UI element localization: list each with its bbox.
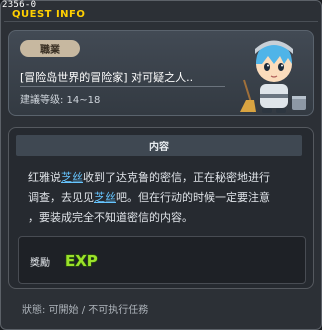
description-line-2: 调查，去见见芝丝吧。但在行动的时候一定要注意	[28, 191, 270, 204]
reward-label: 獎勵	[30, 258, 50, 269]
quest-name: [冒险岛世界的冒险家] 对可疑之人..	[20, 71, 194, 84]
exp-icon: EXP	[64, 251, 98, 270]
header-divider	[20, 86, 225, 87]
content-section-title: 内容	[16, 135, 302, 156]
npc-name-link[interactable]: 芝丝	[61, 171, 83, 184]
reward-box	[18, 236, 306, 284]
description-line-3: ，要装成完全不知道密信的内容。	[28, 211, 193, 224]
npc-portrait-icon	[240, 40, 306, 113]
exp-icon-text: EXP	[65, 252, 98, 270]
title-divider	[4, 21, 318, 22]
window-title: QUEST INFO	[12, 9, 86, 20]
description-line-1: 红雅说芝丝收到了达克鲁的密信，正在秘密地进行	[28, 171, 270, 184]
job-badge: 職業	[20, 40, 80, 57]
quest-description: 红雅说芝丝收到了达克鲁的密信，正在秘密地进行 调查，去见见芝丝吧。但在行动的时候…	[28, 168, 306, 228]
recommended-level: 建議等级: 14~18	[20, 95, 101, 106]
npc-name-link[interactable]: 芝丝	[94, 191, 116, 204]
quest-status: 狀態: 可開始 / 不可执行任務	[22, 305, 149, 316]
